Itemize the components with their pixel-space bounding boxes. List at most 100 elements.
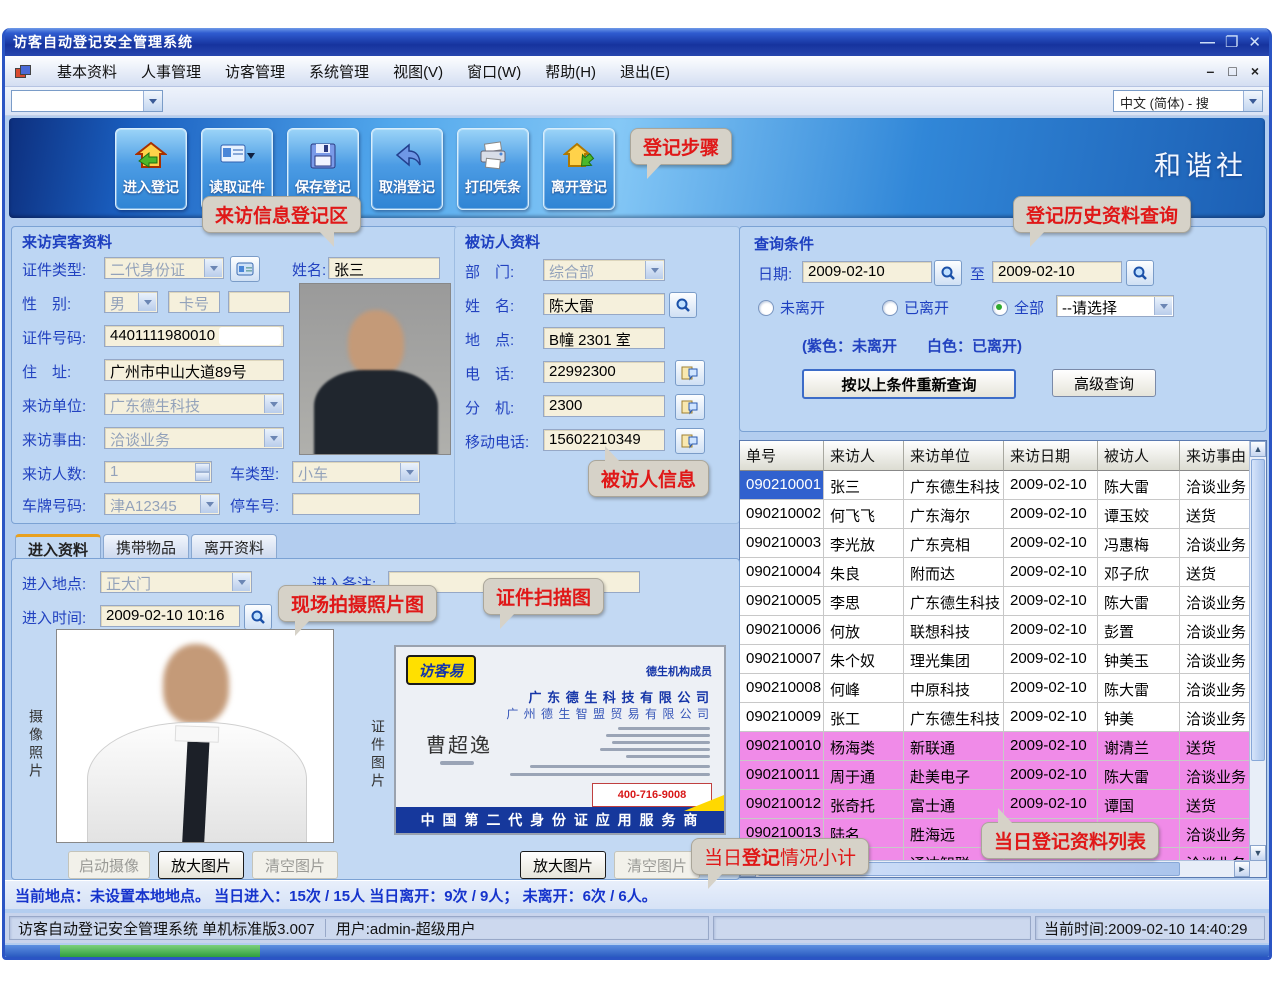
chevron-down-icon[interactable] [645, 261, 663, 279]
zoom-photo-button[interactable]: 放大图片 [158, 851, 244, 879]
table-cell[interactable]: 广东亮相 [904, 529, 1004, 558]
menu-window[interactable]: 窗口(W) [455, 58, 533, 85]
table-cell[interactable]: 周于通 [824, 761, 904, 790]
table-cell[interactable]: 谭玉姣 [1098, 500, 1180, 529]
chevron-down-icon[interactable] [1154, 297, 1172, 315]
mdi-minimize-icon[interactable]: – [1207, 63, 1215, 79]
table-row[interactable]: 090210010杨海类新联通2009-02-10谢清兰送货 [740, 732, 1266, 761]
entry-time-picker-button[interactable] [244, 604, 272, 630]
scroll-right-icon[interactable]: ► [1234, 861, 1250, 877]
print-slip-button[interactable]: 打印凭条 [457, 128, 529, 210]
table-row[interactable]: 090210007朱个奴理光集团2009-02-10钟美玉洽谈业务 [740, 645, 1266, 674]
vertical-scrollbar[interactable]: ▲ ▼ [1249, 441, 1266, 877]
table-row[interactable]: 090210002何飞飞广东海尔2009-02-10谭玉姣送货 [740, 500, 1266, 529]
table-cell[interactable]: 广东德生科技 [904, 703, 1004, 732]
card-no-field[interactable] [228, 291, 290, 313]
table-cell[interactable]: 广东海尔 [904, 500, 1004, 529]
table-cell[interactable]: 洽谈业务 [1180, 471, 1252, 500]
table-row[interactable]: 090210008何峰中原科技2009-02-10陈大雷洽谈业务 [740, 674, 1266, 703]
card-reader-button[interactable] [230, 256, 260, 282]
table-cell[interactable]: 洽谈业务 [1180, 529, 1252, 558]
table-row[interactable]: 090210001张三广东德生科技2009-02-10陈大雷洽谈业务 [740, 471, 1266, 500]
scroll-down-icon[interactable]: ▼ [1250, 845, 1266, 861]
table-cell[interactable]: 谢清兰 [1098, 732, 1180, 761]
id-number-field[interactable]: 4401111980010 [104, 325, 284, 347]
date-from-field[interactable]: 2009-02-10 [802, 261, 932, 283]
tab-carried-items[interactable]: 携带物品 [103, 534, 189, 559]
chevron-down-icon[interactable] [400, 463, 418, 481]
phone-field[interactable]: 22992300 [543, 361, 665, 383]
table-cell[interactable]: 090210006 [740, 616, 824, 645]
table-cell[interactable]: 090210010 [740, 732, 824, 761]
start-camera-button[interactable]: 启动摄像 [68, 851, 150, 879]
language-bar[interactable]: 中文 (简体) - 搜 [1113, 90, 1263, 112]
table-cell[interactable]: 送货 [1180, 790, 1252, 819]
table-row[interactable]: 090210005李思广东德生科技2009-02-10陈大雷洽谈业务 [740, 587, 1266, 616]
table-cell[interactable]: 2009-02-10 [1004, 761, 1098, 790]
quick-select-combo[interactable] [11, 90, 163, 112]
table-cell[interactable]: 张工 [824, 703, 904, 732]
minimize-icon[interactable]: — [1200, 35, 1215, 50]
chevron-down-icon[interactable] [200, 495, 218, 513]
parking-field[interactable] [292, 493, 420, 515]
tab-leave-info[interactable]: 离开资料 [191, 534, 277, 559]
table-cell[interactable]: 彭置 [1098, 616, 1180, 645]
table-cell[interactable]: 090210008 [740, 674, 824, 703]
restore-icon[interactable]: ❐ [1225, 35, 1238, 50]
chevron-down-icon[interactable] [1243, 91, 1262, 111]
table-cell[interactable]: 2009-02-10 [1004, 674, 1098, 703]
col-header[interactable]: 来访人 [824, 441, 904, 471]
leave-register-button[interactable]: 离开登记 [543, 128, 615, 210]
entry-time-field[interactable]: 2009-02-10 10:16 [100, 605, 240, 627]
date-to-field[interactable]: 2009-02-10 [992, 261, 1122, 283]
date-to-picker-button[interactable] [1126, 260, 1154, 286]
table-cell[interactable]: 张三 [824, 471, 904, 500]
table-cell[interactable]: 陈大雷 [1098, 674, 1180, 703]
enter-register-button[interactable]: 进入登记 [115, 128, 187, 210]
table-cell[interactable]: 理光集团 [904, 645, 1004, 674]
table-cell[interactable]: 洽谈业务 [1180, 703, 1252, 732]
table-cell[interactable]: 李思 [824, 587, 904, 616]
clear-photo-button[interactable]: 清空图片 [252, 851, 338, 879]
gender-select[interactable]: 男 [104, 291, 158, 313]
ext-field[interactable]: 2300 [543, 395, 665, 417]
table-cell[interactable]: 090210002 [740, 500, 824, 529]
plate-select[interactable]: 津A12345 [104, 493, 220, 515]
table-row[interactable]: 090210006何放联想科技2009-02-10彭置洽谈业务 [740, 616, 1266, 645]
table-cell[interactable]: 中原科技 [904, 674, 1004, 703]
id-type-select[interactable]: 二代身份证 [104, 257, 224, 279]
table-cell[interactable]: 赴美电子 [904, 761, 1004, 790]
table-cell[interactable]: 朱个奴 [824, 645, 904, 674]
table-row[interactable]: 090210004朱良附而达2009-02-10邓子欣送货 [740, 558, 1266, 587]
menu-visitor[interactable]: 访客管理 [213, 58, 297, 85]
table-row[interactable]: 090210009张工广东德生科技2009-02-10钟美洽谈业务 [740, 703, 1266, 732]
entry-place-select[interactable]: 正大门 [100, 571, 252, 593]
radio-all[interactable]: 全部 [992, 297, 1044, 318]
table-cell[interactable]: 090210012 [740, 790, 824, 819]
table-cell[interactable]: 送货 [1180, 500, 1252, 529]
menu-hr[interactable]: 人事管理 [129, 58, 213, 85]
advanced-query-button[interactable]: 高级查询 [1052, 369, 1156, 397]
table-cell[interactable]: 洽谈业务 [1180, 587, 1252, 616]
table-cell[interactable]: 钟美玉 [1098, 645, 1180, 674]
table-cell[interactable]: 洽谈业务 [1180, 616, 1252, 645]
table-cell[interactable]: 冯惠梅 [1098, 529, 1180, 558]
table-cell[interactable]: 2009-02-10 [1004, 645, 1098, 674]
chevron-down-icon[interactable] [138, 293, 156, 311]
table-cell[interactable]: 090210007 [740, 645, 824, 674]
table-cell[interactable]: 2009-02-10 [1004, 500, 1098, 529]
visit-company-select[interactable]: 广东德生科技 [104, 393, 284, 415]
scroll-thumb[interactable] [1251, 459, 1265, 761]
dept-select[interactable]: 综合部 [543, 259, 665, 281]
table-cell[interactable]: 洽谈业务 [1180, 674, 1252, 703]
address-field[interactable]: 广州市中山大道89号 [104, 359, 284, 381]
table-cell[interactable]: 2009-02-10 [1004, 703, 1098, 732]
table-cell[interactable]: 090210009 [740, 703, 824, 732]
table-cell[interactable]: 2009-02-10 [1004, 732, 1098, 761]
table-cell[interactable]: 广东德生科技 [904, 587, 1004, 616]
stepper-arrows-icon[interactable] [195, 463, 210, 481]
table-cell[interactable]: 2009-02-10 [1004, 587, 1098, 616]
table-cell[interactable]: 2009-02-10 [1004, 790, 1098, 819]
table-cell[interactable]: 广东德生科技 [904, 471, 1004, 500]
table-cell[interactable]: 洽谈业务 [1180, 819, 1252, 848]
